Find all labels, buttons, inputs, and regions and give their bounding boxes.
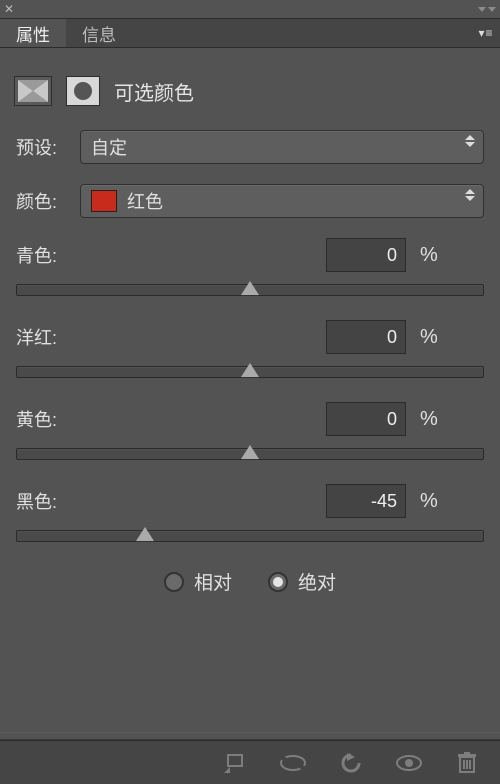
clip-to-layer-icon[interactable] (220, 749, 250, 777)
yellow-slider[interactable] (16, 448, 484, 460)
preset-select[interactable]: 自定 (80, 130, 484, 164)
percent-symbol: % (420, 244, 438, 267)
percent-symbol: % (420, 490, 438, 513)
magenta-input[interactable] (326, 320, 406, 354)
view-previous-icon[interactable] (278, 749, 308, 777)
percent-symbol: % (420, 326, 438, 349)
trash-icon[interactable] (452, 749, 482, 777)
method-absolute-radio[interactable]: 绝对 (268, 568, 336, 595)
reset-icon[interactable] (336, 749, 366, 777)
magenta-label: 洋红: (16, 324, 326, 350)
color-swatch (91, 190, 117, 212)
magenta-slider[interactable] (16, 366, 484, 378)
color-value: 红色 (127, 188, 163, 214)
selective-color-icon (14, 76, 52, 106)
yellow-input[interactable] (326, 402, 406, 436)
adjustment-title: 可选颜色 (114, 77, 194, 106)
cyan-slider[interactable] (16, 284, 484, 296)
black-slider[interactable] (16, 530, 484, 542)
color-label: 颜色: (16, 188, 68, 214)
black-label: 黑色: (16, 488, 326, 514)
yellow-slider-thumb[interactable] (241, 445, 259, 459)
layer-mask-icon[interactable] (66, 76, 100, 106)
cyan-input[interactable] (326, 238, 406, 272)
preset-label: 预设: (16, 134, 68, 160)
tab-info[interactable]: 信息 (66, 19, 132, 47)
method-absolute-label: 绝对 (298, 568, 336, 595)
yellow-label: 黄色: (16, 406, 326, 432)
cyan-slider-thumb[interactable] (241, 281, 259, 295)
panel-menu-icon[interactable]: ▾≡ (472, 19, 500, 47)
color-select[interactable]: 红色 (80, 184, 484, 218)
method-relative-radio[interactable]: 相对 (164, 568, 232, 595)
close-icon[interactable]: ✕ (4, 2, 14, 16)
tab-properties[interactable]: 属性 (0, 19, 66, 47)
radio-icon (164, 572, 184, 592)
radio-icon (268, 572, 288, 592)
method-relative-label: 相对 (194, 568, 232, 595)
preset-value: 自定 (91, 134, 127, 160)
magenta-slider-thumb[interactable] (241, 363, 259, 377)
black-slider-thumb[interactable] (136, 527, 154, 541)
black-input[interactable] (326, 484, 406, 518)
collapse-grip-icon[interactable] (478, 7, 496, 12)
percent-symbol: % (420, 408, 438, 431)
cyan-label: 青色: (16, 242, 326, 268)
visibility-icon[interactable] (394, 749, 424, 777)
